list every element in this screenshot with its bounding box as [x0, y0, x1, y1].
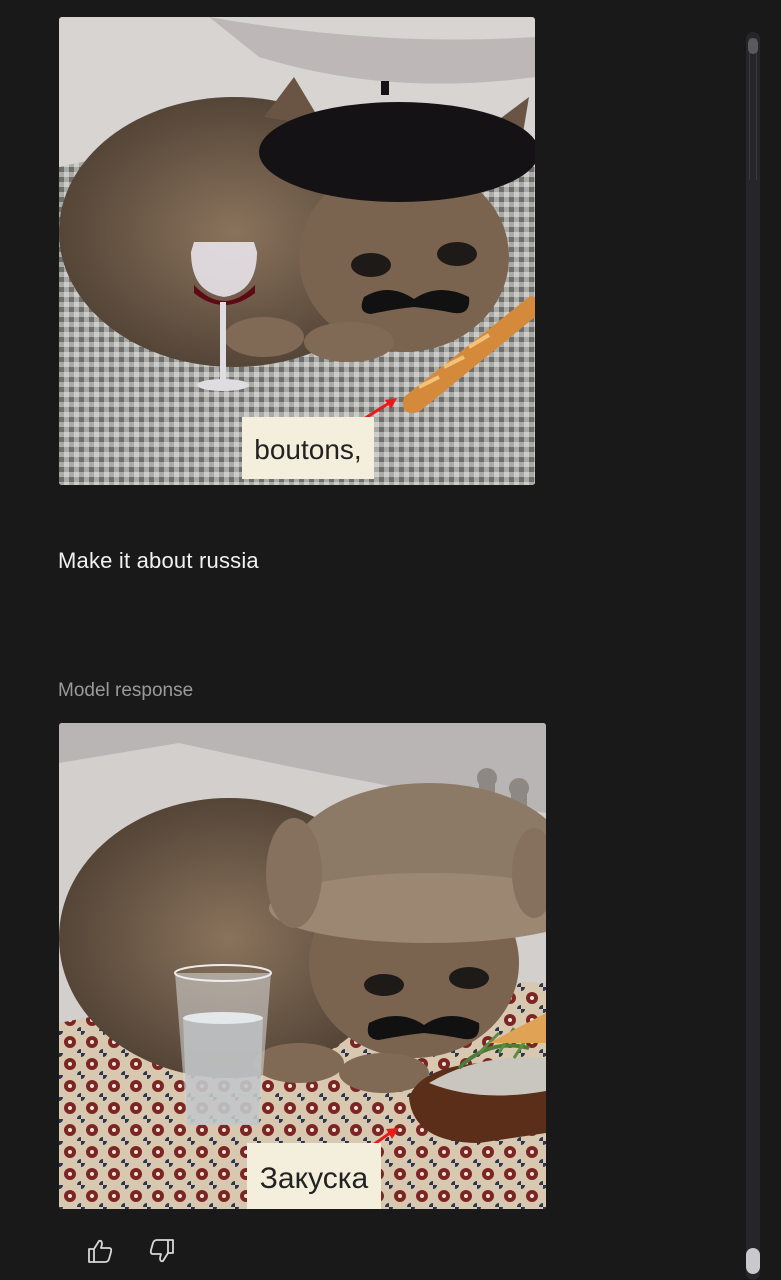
scrollbar-thumb[interactable] — [746, 1248, 760, 1274]
user-prompt-text: Make it about russia — [58, 548, 259, 573]
user-uploaded-image[interactable]: boutons, — [59, 17, 535, 485]
cat-beret-wine-baguette-picture: boutons, — [59, 17, 535, 485]
scrollbar-track[interactable] — [746, 32, 760, 1280]
model-response-label: Model response — [58, 680, 194, 701]
cat-ushanka-vodka-herring-picture: Закуска — [59, 723, 546, 1209]
model-image-caption: Закуска — [260, 1162, 369, 1195]
scrollbar-top-knob[interactable] — [748, 38, 758, 54]
thumbs-down-button[interactable] — [146, 1238, 178, 1268]
user-image-caption: boutons, — [254, 434, 361, 465]
scrollbar-upper-segment — [749, 38, 757, 180]
thumbs-up-icon — [86, 1238, 114, 1269]
thumbs-up-button[interactable] — [84, 1238, 116, 1268]
model-generated-image[interactable]: Закуска — [59, 723, 546, 1209]
thumbs-down-icon — [148, 1238, 176, 1269]
